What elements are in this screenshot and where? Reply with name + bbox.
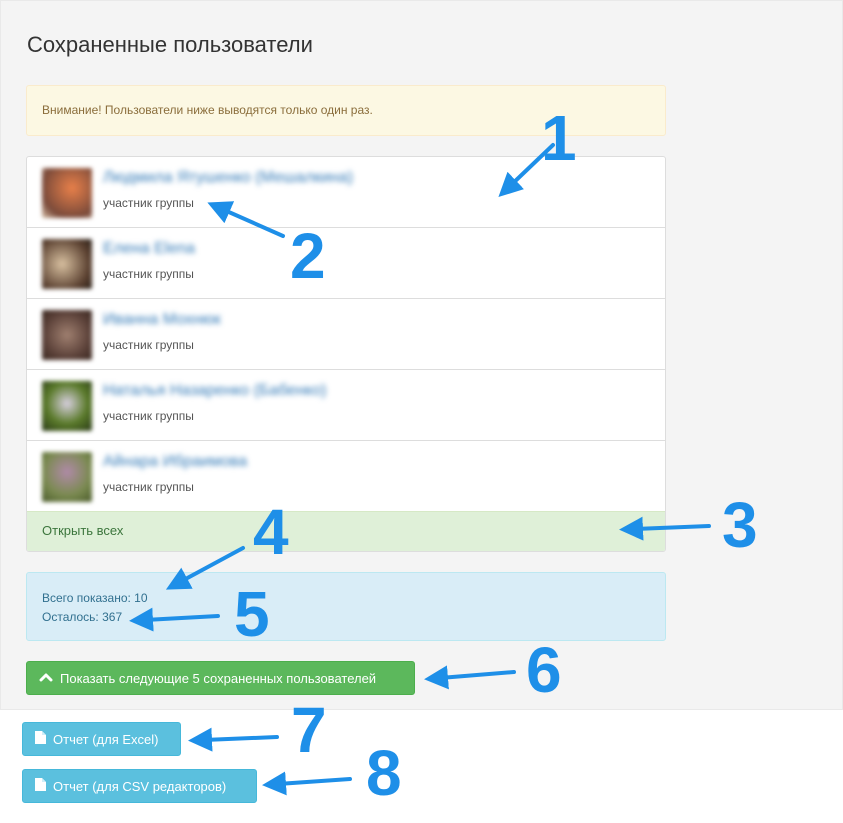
avatar[interactable]: [42, 310, 92, 360]
users-list: Людмила Ятушенко (Мешалкина) участник гр…: [26, 156, 666, 552]
list-item: Иванна Мохнюк участник группы: [27, 299, 665, 370]
annotation-number-6: 6: [526, 634, 562, 706]
annotation-number-4: 4: [253, 496, 289, 568]
arrow-8: [262, 771, 352, 796]
shown-count: Всего показано: 10: [42, 591, 148, 605]
annotation-number-5: 5: [234, 578, 270, 650]
user-name-link[interactable]: Айнара Ибраимова: [103, 453, 247, 471]
page-title: Сохраненные пользователи: [27, 32, 313, 57]
user-role: участник группы: [103, 409, 194, 423]
avatar[interactable]: [42, 452, 92, 502]
annotation-number-8: 8: [366, 737, 402, 809]
list-item: Наталья Назаренко (Бабенко) участник гру…: [27, 370, 665, 441]
chevron-up-icon: [39, 670, 53, 687]
annotation-number-1: 1: [541, 102, 577, 174]
user-role: участник группы: [103, 267, 194, 281]
user-name-link[interactable]: Людмила Ятушенко (Мешалкина): [103, 169, 353, 187]
avatar[interactable]: [42, 168, 92, 218]
avatar[interactable]: [42, 381, 92, 431]
file-icon: [35, 731, 46, 747]
user-role: участник группы: [103, 480, 194, 494]
open-all-link[interactable]: Открыть всех: [27, 511, 665, 551]
remaining-count: Осталось: 367: [42, 610, 123, 624]
user-name-link[interactable]: Наталья Назаренко (Бабенко): [103, 382, 326, 400]
report-csv-label: Отчет (для CSV редакторов): [53, 778, 227, 794]
user-role: участник группы: [103, 196, 194, 210]
avatar[interactable]: [42, 239, 92, 289]
report-excel-button[interactable]: Отчет (для Excel): [22, 722, 181, 756]
annotation-number-2: 2: [290, 220, 326, 292]
user-name-link[interactable]: Иванна Мохнюк: [103, 311, 221, 329]
arrow-7: [188, 727, 279, 752]
stats-alert: Всего показано: 10 Осталось: 367: [26, 572, 666, 641]
annotation-number-7: 7: [291, 694, 327, 766]
file-icon: [35, 778, 46, 794]
show-next-label: Показать следующие 5 сохраненных пользов…: [60, 670, 377, 686]
annotation-number-3: 3: [722, 489, 758, 561]
user-name-link[interactable]: Елена Elena: [103, 240, 195, 258]
saved-users-panel: Сохраненные пользователи Внимание! Польз…: [0, 0, 843, 710]
report-excel-label: Отчет (для Excel): [53, 731, 159, 747]
show-next-button[interactable]: Показать следующие 5 сохраненных пользов…: [26, 661, 415, 695]
user-role: участник группы: [103, 338, 194, 352]
list-item: Айнара Ибраимова участник группы: [27, 441, 665, 512]
report-csv-button[interactable]: Отчет (для CSV редакторов): [22, 769, 257, 803]
list-item: Елена Elena участник группы: [27, 228, 665, 299]
